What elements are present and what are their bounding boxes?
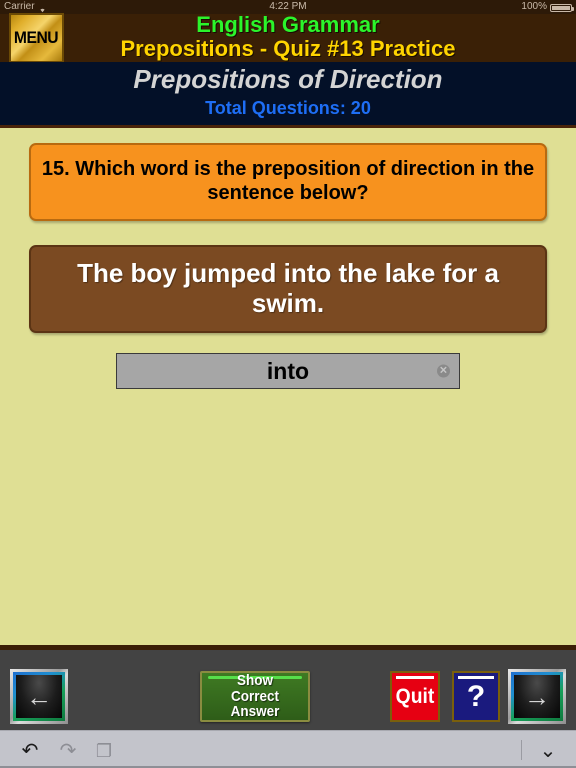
help-button-highlight — [458, 676, 494, 679]
app-title: English Grammar — [196, 12, 380, 37]
redo-icon[interactable]: ↷ — [56, 739, 80, 763]
next-button-face: → — [514, 675, 560, 718]
keyboard-bar-separator — [521, 740, 522, 760]
help-button[interactable]: ? — [452, 671, 500, 722]
answer-input-wrapper[interactable]: into ✕ — [116, 353, 460, 389]
show-correct-answer-button[interactable]: Show Correct Answer — [200, 671, 310, 722]
answer-input[interactable]: into ✕ — [116, 353, 460, 389]
arrow-right-icon: → — [524, 681, 550, 712]
undo-icon[interactable]: ↶ — [18, 739, 42, 763]
next-button-bezel: → — [511, 672, 563, 721]
quiz-subtitle: Prepositions of Direction — [133, 64, 443, 94]
total-questions-label: Total Questions: 20 — [205, 98, 371, 118]
battery-full-icon — [550, 4, 574, 12]
question-text: 15. Which word is the preposition of dir… — [41, 158, 535, 204]
previous-question-button[interactable]: ← — [10, 669, 68, 724]
header-navy-bar: Prepositions of Direction Total Question… — [0, 62, 576, 128]
quit-button[interactable]: Quit — [390, 671, 440, 722]
question-mark-icon: ? — [466, 679, 486, 713]
dismiss-keyboard-icon[interactable]: ⌄ — [536, 739, 560, 763]
clear-circle-icon[interactable]: ✕ — [437, 364, 450, 378]
quit-button-label: Quit — [395, 684, 435, 708]
show-answer-line1: Show — [237, 671, 273, 689]
quiz-content-area: 15. Which word is the preposition of dir… — [0, 131, 576, 645]
sentence-text: The boy jumped into the lake for a swim. — [77, 258, 499, 318]
sentence-box: The boy jumped into the lake for a swim. — [29, 245, 547, 333]
keyboard-accessory-bar: ↶ ↷ ❐ ⌄ — [0, 730, 576, 768]
next-question-button[interactable]: → — [508, 669, 566, 724]
show-answer-line2: Correct Answer — [230, 687, 280, 721]
quit-button-highlight — [396, 676, 434, 679]
bottom-toolbar: ← Show Correct Answer Quit ? → — [0, 645, 576, 730]
question-box: 15. Which word is the preposition of dir… — [29, 143, 547, 221]
answer-input-value: into — [266, 357, 310, 384]
arrow-left-icon: ← — [26, 681, 52, 712]
previous-button-bezel: ← — [13, 672, 65, 721]
paste-icon[interactable]: ❐ — [92, 739, 116, 763]
quiz-title: Prepositions - Quiz #13 Practice — [120, 36, 456, 61]
app-root: Carrier 4:22 PM 100% MENU English Gramma… — [0, 0, 576, 768]
header-brown-bar: MENU English Grammar Prepositions - Quiz… — [0, 12, 576, 63]
previous-button-face: ← — [16, 675, 62, 718]
